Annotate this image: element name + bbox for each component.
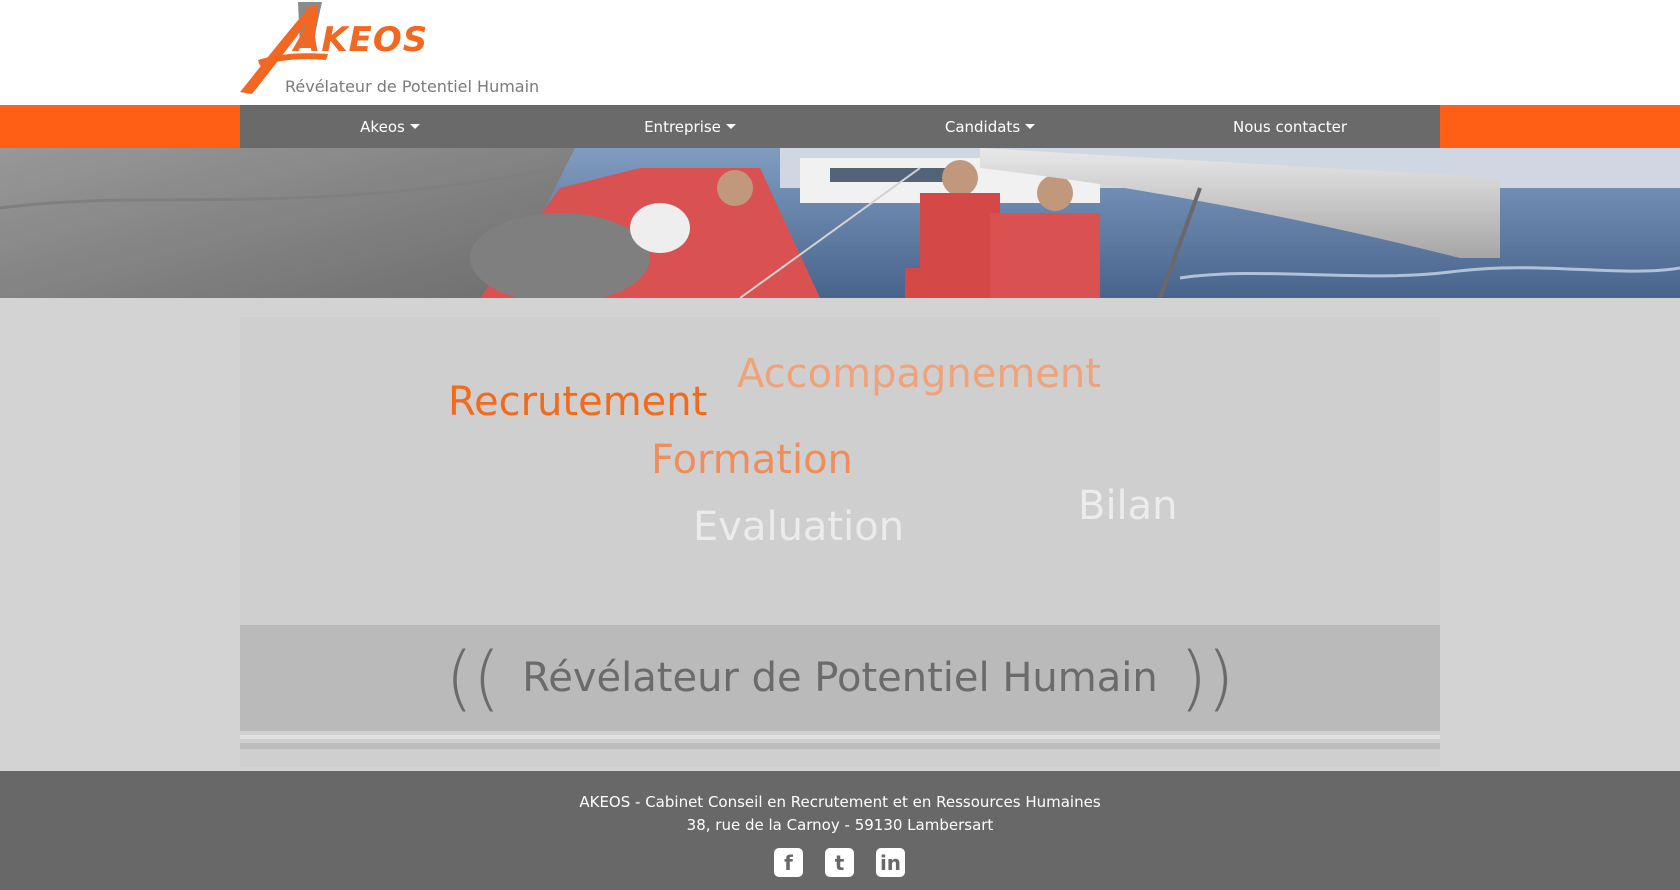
word-recrutement: Recrutement bbox=[448, 379, 708, 425]
hero-banner-image bbox=[0, 148, 1680, 298]
divider bbox=[240, 735, 1440, 739]
logo-wordmark: AKEOS bbox=[294, 20, 429, 60]
word-accompagnement: Accompagnement bbox=[737, 351, 1101, 397]
close-parens: )) bbox=[1179, 637, 1235, 719]
sailing-photo bbox=[0, 148, 1680, 298]
caret-down-icon bbox=[1025, 124, 1036, 129]
site-header: AKEOS Révélateur de Potentiel Humain bbox=[0, 0, 1680, 105]
nav-item-label: Candidats bbox=[944, 117, 1021, 136]
nav-item-label: Nous contacter bbox=[1232, 117, 1348, 136]
nav-item-label: Entreprise bbox=[644, 117, 721, 136]
caret-down-icon bbox=[725, 124, 736, 129]
akeos-logo[interactable]: AKEOS Révélateur de Potentiel Humain bbox=[238, 0, 578, 100]
main-nav: Akeos Entreprise Candidats Nous contacte… bbox=[240, 105, 1440, 148]
tagline-banner: (( Révélateur de Potentiel Humain )) bbox=[240, 625, 1440, 731]
word-formation: Formation bbox=[651, 437, 853, 483]
nav-item-contact[interactable]: Nous contacter bbox=[1140, 105, 1440, 148]
site-footer: AKEOS - Cabinet Conseil en Recrutement e… bbox=[0, 771, 1680, 890]
nav-item-entreprise[interactable]: Entreprise bbox=[540, 105, 840, 148]
word-evaluation: Evaluation bbox=[693, 504, 905, 550]
footer-address: 38, rue de la Carnoy - 59130 Lambersart bbox=[686, 816, 994, 834]
linkedin-icon[interactable]: in bbox=[876, 848, 905, 877]
twitter-icon[interactable]: t bbox=[825, 848, 854, 877]
divider bbox=[240, 743, 1440, 749]
social-links: f t in bbox=[774, 848, 914, 878]
facebook-icon[interactable]: f bbox=[774, 848, 803, 877]
nav-item-label: Akeos bbox=[360, 117, 405, 136]
tagline-text: Révélateur de Potentiel Humain bbox=[522, 655, 1158, 701]
main-content: Recrutement Accompagnement Formation Eva… bbox=[240, 317, 1440, 767]
open-parens: (( bbox=[445, 637, 501, 719]
logo-tagline: Révélateur de Potentiel Humain bbox=[285, 77, 540, 96]
footer-company: AKEOS - Cabinet Conseil en Recrutement e… bbox=[579, 793, 1101, 811]
nav-item-akeos[interactable]: Akeos bbox=[240, 105, 540, 148]
word-bilan: Bilan bbox=[1078, 483, 1178, 529]
caret-down-icon bbox=[409, 124, 420, 129]
nav-item-candidats[interactable]: Candidats bbox=[840, 105, 1140, 148]
tagline-row: (( Révélateur de Potentiel Humain )) bbox=[240, 625, 1440, 731]
